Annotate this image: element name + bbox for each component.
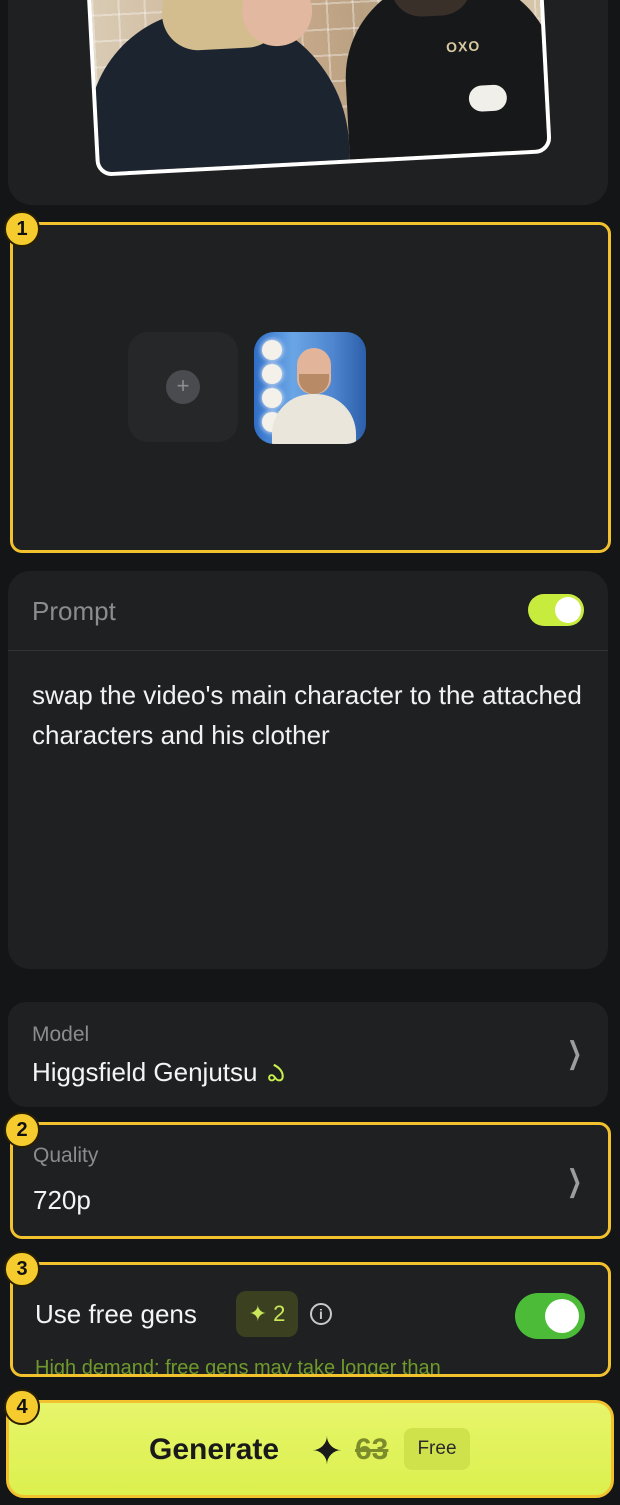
model-name: Higgsfield Genjutsu xyxy=(32,1057,258,1087)
chevron-right-icon: ❯ xyxy=(567,1165,583,1198)
sparkle-icon: ✦ xyxy=(248,1301,268,1326)
high-demand-notice: High demand: free gens may take longer t… xyxy=(35,1357,441,1377)
info-icon[interactable]: i xyxy=(310,1303,332,1325)
free-gens-count-badge: ✦ 2 xyxy=(236,1291,298,1337)
annotation-badge-4: 4 xyxy=(4,1389,40,1425)
prompt-input[interactable]: swap the video's main character to the a… xyxy=(32,675,592,755)
prompt-panel: Prompt swap the video's main character t… xyxy=(8,571,608,969)
video-thumbnail[interactable]: OXO xyxy=(84,0,552,177)
reference-image-thumbnail[interactable] xyxy=(254,332,366,444)
model-label: Model xyxy=(32,1023,90,1046)
chevron-right-icon: ❯ xyxy=(567,1037,583,1070)
annotation-badge-3: 3 xyxy=(4,1251,40,1287)
toggle-knob xyxy=(555,597,581,623)
model-selector[interactable]: Model Higgsfield Genjutsu ఎ ❯ xyxy=(8,1002,608,1107)
annotation-badge-2: 2 xyxy=(4,1112,40,1148)
quality-value: 720p xyxy=(33,1185,91,1215)
studio-light xyxy=(262,340,282,360)
reference-person-body xyxy=(272,394,356,444)
prompt-toggle[interactable] xyxy=(528,594,584,626)
video-preview-card: OXO xyxy=(8,0,608,205)
model-value: Higgsfield Genjutsu ఎ xyxy=(32,1057,285,1093)
genjutsu-icon: ఎ xyxy=(267,1060,285,1087)
toggle-knob xyxy=(545,1299,579,1333)
video-cup xyxy=(468,84,508,113)
sparkle-icon: ✦ xyxy=(311,1431,343,1473)
generate-cost: 63 xyxy=(355,1433,389,1466)
free-gens-panel: Use free gens ✦ 2 i High demand: free ge… xyxy=(10,1262,611,1377)
studio-light xyxy=(262,364,282,384)
free-badge: Free xyxy=(404,1428,470,1470)
add-image-button[interactable]: + xyxy=(128,332,238,442)
generate-label: Generate xyxy=(149,1433,280,1466)
reference-images-panel: + xyxy=(10,222,611,553)
jersey-logo: OXO xyxy=(445,37,481,56)
annotation-badge-1: 1 xyxy=(4,211,40,247)
quality-label: Quality xyxy=(33,1144,99,1167)
quality-selector[interactable]: Quality 720p ❯ xyxy=(10,1122,611,1239)
prompt-divider xyxy=(8,650,608,651)
free-gens-label: Use free gens xyxy=(35,1299,197,1329)
free-gens-count: 2 xyxy=(273,1301,286,1326)
video-person-right xyxy=(340,0,552,177)
prompt-title: Prompt xyxy=(32,596,116,626)
generate-button[interactable]: Generate ✦ 63 Free xyxy=(6,1400,614,1498)
plus-icon: + xyxy=(166,370,200,404)
free-gens-toggle[interactable] xyxy=(515,1293,585,1339)
studio-light xyxy=(262,388,282,408)
